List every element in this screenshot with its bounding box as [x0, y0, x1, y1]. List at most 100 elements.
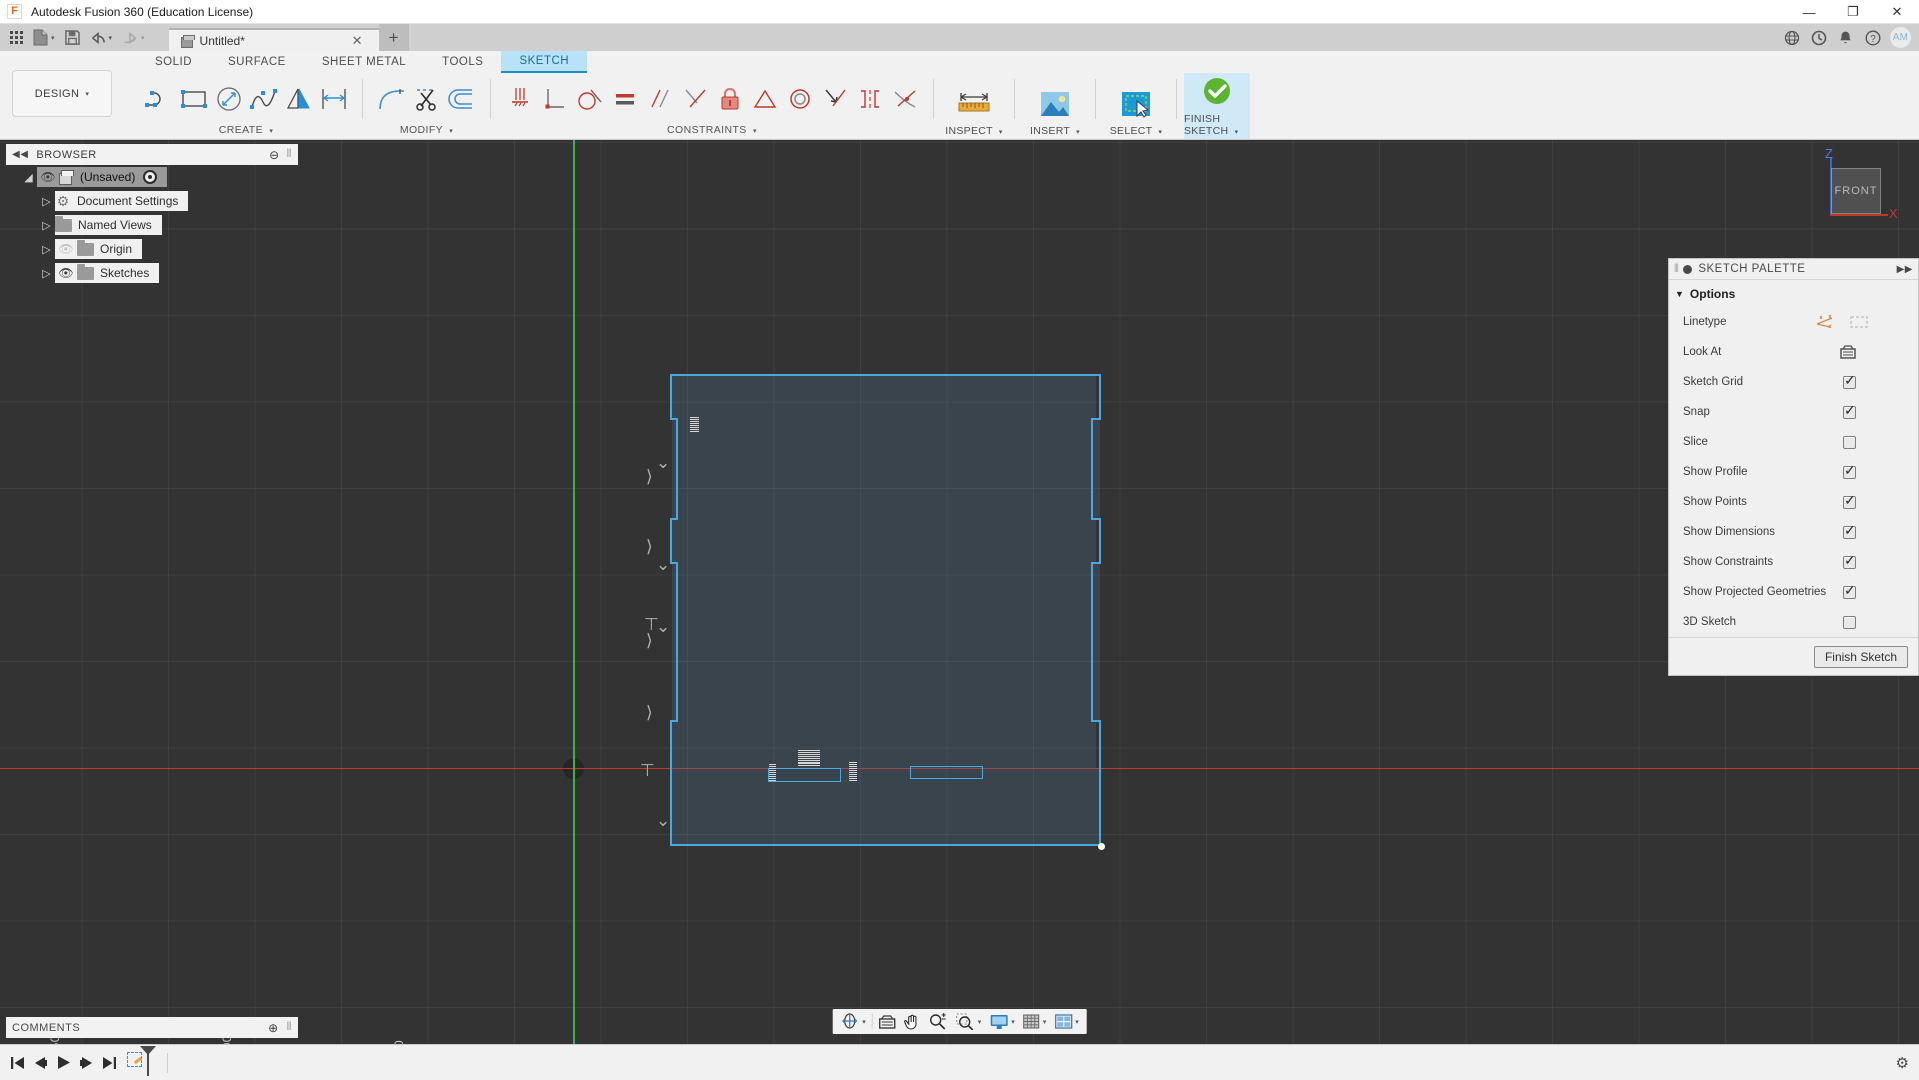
view-cube-front-face[interactable]: FRONT — [1831, 168, 1881, 214]
tree-row-root[interactable]: ◢ 👁 (Unsaved) — [6, 165, 298, 189]
palette-expander-icon[interactable]: ▶▶ — [1897, 264, 1913, 275]
constraint-marker[interactable]: ⟩ — [646, 538, 653, 555]
parallel-constraint-icon[interactable] — [642, 77, 677, 121]
sketch-edge-left-4[interactable] — [676, 562, 678, 722]
jump-to-start-button[interactable] — [6, 1049, 29, 1077]
expand-arrow-icon[interactable]: ◢ — [20, 171, 37, 184]
sketch-edge-left-2[interactable] — [676, 418, 678, 520]
palette-row-sketch-grid[interactable]: Sketch Grid — [1669, 367, 1918, 397]
finish-sketch-button[interactable]: FINISH SKETCH ▾ — [1184, 73, 1250, 139]
constraint-marker[interactable]: ⊤ — [640, 762, 655, 779]
visibility-eye-off-icon[interactable]: 👁 — [55, 242, 77, 256]
sketch-edge-right-5[interactable] — [1099, 720, 1101, 846]
document-tab-close-icon[interactable]: ✕ — [346, 33, 369, 49]
jump-to-end-button[interactable] — [98, 1049, 121, 1077]
rectangle-icon[interactable] — [176, 77, 211, 121]
zoom-button[interactable] — [925, 1010, 952, 1033]
tab-surface[interactable]: SURFACE — [210, 51, 304, 73]
trim-scissors-icon[interactable] — [409, 77, 444, 121]
tab-solid[interactable]: SOLID — [137, 51, 210, 73]
browser-item-unsaved[interactable]: 👁 (Unsaved) — [37, 167, 167, 187]
add-comment-icon[interactable]: ⊕ — [268, 1021, 279, 1035]
palette-row-show-constraints[interactable]: Show Constraints — [1669, 547, 1918, 577]
play-button[interactable] — [52, 1049, 75, 1077]
display-settings-button[interactable]: ▾ — [985, 1010, 1019, 1033]
constraint-marker[interactable]: ⟩ — [646, 632, 653, 649]
tab-tools[interactable]: TOOLS — [424, 51, 501, 73]
tree-row-origin[interactable]: ▷ 👁 Origin — [6, 237, 298, 261]
mirror-icon[interactable] — [281, 77, 316, 121]
show-points-checkbox[interactable] — [1843, 496, 1856, 509]
coincident-constraint-icon[interactable] — [677, 77, 712, 121]
undo-button[interactable]: ▾ — [86, 25, 117, 50]
workspace-selector[interactable]: DESIGN ▾ — [12, 70, 112, 117]
look-at-camera-icon[interactable] — [1840, 345, 1856, 360]
pan-button[interactable] — [900, 1010, 925, 1033]
visibility-eye-icon[interactable]: 👁 — [37, 170, 59, 184]
palette-row-3d-sketch[interactable]: 3D Sketch — [1669, 607, 1918, 637]
offset-icon[interactable] — [444, 77, 479, 121]
palette-row-show-projected-geometries[interactable]: Show Projected Geometries — [1669, 577, 1918, 607]
construction-line-icon[interactable] — [1816, 314, 1834, 330]
sketch-edge-bottom[interactable] — [670, 844, 1101, 846]
sketch-edge-left-1[interactable] — [670, 374, 672, 420]
palette-row-show-points[interactable]: Show Points — [1669, 487, 1918, 517]
minimize-browser-icon[interactable]: ⊖ — [269, 148, 280, 162]
panel-create-label[interactable]: CREATE ▾ — [141, 124, 351, 139]
dimension-annotation[interactable] — [690, 417, 699, 433]
dimension-annotation[interactable] — [798, 750, 820, 767]
concentric-constraint-icon[interactable] — [782, 77, 817, 121]
tree-row-named-views[interactable]: ▷ Named Views — [6, 213, 298, 237]
palette-row-slice[interactable]: Slice — [1669, 427, 1918, 457]
new-tab-button[interactable]: + — [379, 24, 409, 51]
orbit-button[interactable]: ▾ — [836, 1010, 870, 1033]
inspect-button[interactable]: INSPECT ▾ — [941, 73, 1007, 139]
sketch-edge-right-3[interactable] — [1099, 518, 1101, 564]
centerline-icon[interactable] — [1850, 314, 1868, 330]
palette-row-look-at[interactable]: Look At — [1669, 337, 1918, 367]
app-grid-button[interactable] — [6, 25, 27, 50]
comments-panel[interactable]: COMMENTS ⊕ ⦀ — [6, 1017, 298, 1038]
browser-item-document-settings[interactable]: ⚙ Document Settings — [55, 191, 188, 211]
perpendicular-constraint-icon[interactable] — [537, 77, 572, 121]
comments-grip-icon[interactable]: ⦀ — [287, 1021, 292, 1034]
dimension-annotation[interactable] — [849, 762, 857, 782]
options-section-header[interactable]: ▼ Options — [1669, 280, 1918, 307]
timeline-feature-sketch1[interactable] — [127, 1046, 157, 1080]
line-icon[interactable] — [141, 77, 176, 121]
notifications-bell-icon[interactable] — [1832, 24, 1859, 51]
palette-row-snap[interactable]: Snap — [1669, 397, 1918, 427]
constraint-marker[interactable]: ⟩ — [646, 704, 653, 721]
constraint-marker[interactable]: ⌄ — [656, 618, 670, 635]
browser-item-named-views[interactable]: Named Views — [55, 215, 162, 235]
palette-minimize-icon[interactable] — [1683, 265, 1692, 274]
sketch-edge-right-4[interactable] — [1091, 562, 1093, 722]
constraint-marker[interactable]: ⌄ — [656, 556, 670, 573]
sketch-edge-top[interactable] — [670, 374, 1101, 376]
expand-arrow-icon[interactable]: ▷ — [38, 243, 55, 256]
browser-item-origin[interactable]: 👁 Origin — [55, 239, 142, 259]
tree-row-document-settings[interactable]: ▷ ⚙ Document Settings — [6, 189, 298, 213]
expand-arrow-icon[interactable]: ▷ — [38, 267, 55, 280]
show-projected-geometries-checkbox[interactable] — [1843, 586, 1856, 599]
expand-arrow-icon[interactable]: ▷ — [38, 195, 55, 208]
redo-button[interactable]: ▾ — [118, 25, 149, 50]
sketch-slot-left[interactable] — [768, 768, 841, 782]
expand-arrow-icon[interactable]: ▷ — [38, 219, 55, 232]
panel-modify-label[interactable]: MODIFY ▾ — [374, 124, 479, 139]
show-constraints-checkbox[interactable] — [1843, 556, 1856, 569]
collapse-browser-icon[interactable]: ◀◀ — [12, 149, 28, 160]
viewports-button[interactable]: ▾ — [1050, 1010, 1083, 1033]
palette-row-show-dimensions[interactable]: Show Dimensions — [1669, 517, 1918, 547]
step-back-button[interactable] — [29, 1049, 52, 1077]
midpoint-constraint-icon[interactable] — [747, 77, 782, 121]
fix-lock-constraint-icon[interactable] — [712, 77, 747, 121]
show-profile-checkbox[interactable] — [1843, 466, 1856, 479]
recent-clock-icon[interactable] — [1805, 24, 1832, 51]
sketch-endpoint[interactable] — [1098, 843, 1105, 850]
maximize-button[interactable]: ❐ — [1831, 0, 1875, 24]
constraint-marker[interactable]: ⌄ — [656, 454, 670, 471]
sketch-edge-right-2[interactable] — [1091, 418, 1093, 520]
sketch-edge-right-1[interactable] — [1099, 374, 1101, 420]
sketch-edge-left-3[interactable] — [670, 518, 672, 564]
